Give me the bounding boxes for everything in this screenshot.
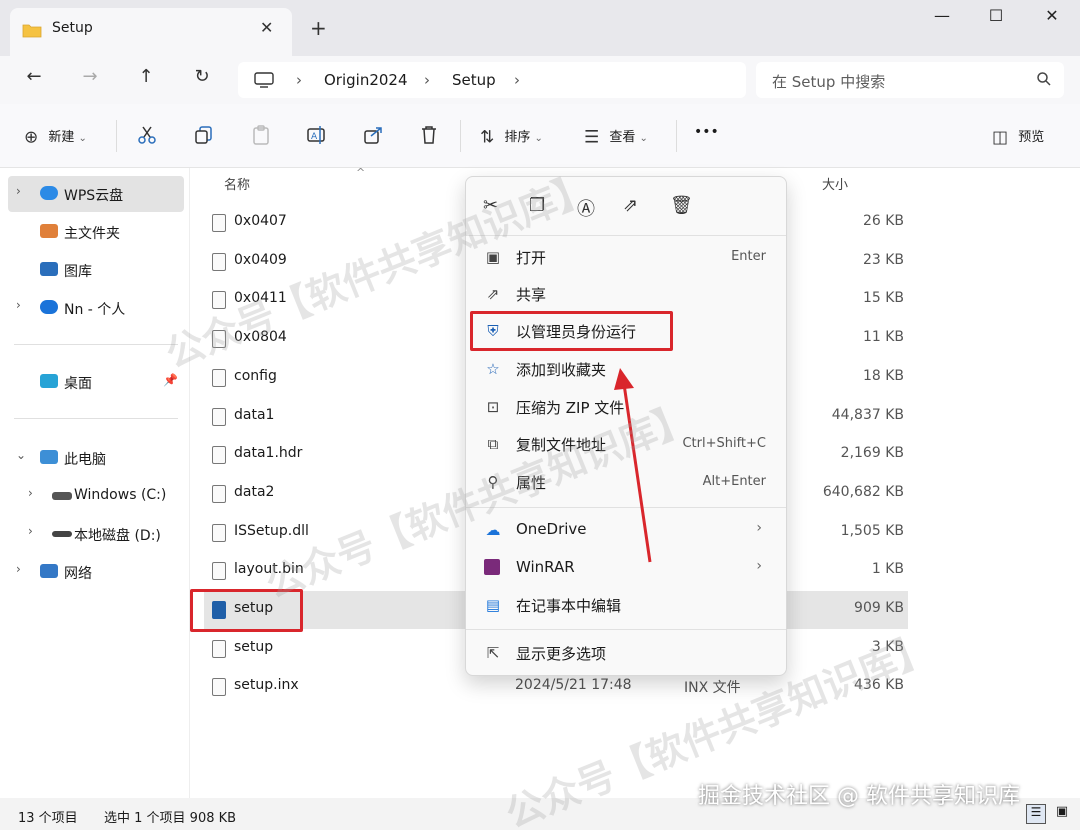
footer-watermark: 掘金技术社区 @ 软件共享知识库: [698, 784, 1020, 809]
annotation-arrow: [614, 368, 652, 563]
